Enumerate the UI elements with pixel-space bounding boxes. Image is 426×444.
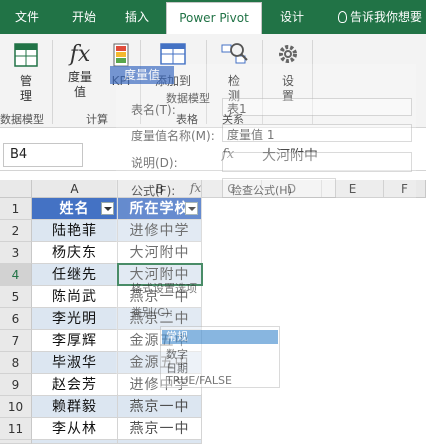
column-header-e[interactable]: E [322,180,384,198]
active-cell-outline [117,263,203,286]
table-cell-name[interactable]: 李厚辉 [32,330,118,352]
tab-home[interactable]: 开始 [58,0,110,34]
add-to-data-model-button[interactable]: 添加到 [146,40,200,89]
group-label-data-model-2: 数据模型 [166,92,210,105]
table-cell-name[interactable]: 陆艳菲 [32,220,118,242]
measure-label: 度量 值 [67,70,92,99]
gear-icon [279,45,297,63]
lightbulb-icon [338,11,347,23]
ribbon-body: 管 理 数据模型 fx 度量 值 KPI 计算 添加到 检 测 设 置 [0,34,426,128]
table-add-icon [160,43,186,65]
row-header[interactable]: 7 [0,330,32,352]
data-model-icon [14,43,38,67]
group-separator [262,40,263,124]
row-header[interactable]: 1 [0,198,32,220]
tell-me-box[interactable]: 告诉我你想要 [338,0,422,34]
row-header[interactable]: 8 [0,352,32,374]
tab-power-pivot[interactable]: Power Pivot [166,2,262,34]
group-label-calc: 计算 [86,113,108,126]
row-header[interactable]: 4 [0,264,32,286]
table-cell-name[interactable]: 陈尚武 [32,286,118,308]
column-header-b[interactable]: B [118,180,202,198]
manage-label: 管 理 [19,74,32,103]
row-header[interactable]: 11 [0,418,32,440]
header-name-text: 姓名 [59,201,90,217]
table-cell-name[interactable]: 毕淑华 [32,352,118,374]
row-header[interactable]: 9 [0,374,32,396]
add-to-label: 添加到 [154,74,191,88]
filter-dropdown-icon[interactable] [185,202,198,215]
table-cell-school[interactable]: 燕京二中 [118,308,202,330]
table-cell-school[interactable]: 燕京一中 [118,440,202,444]
kpi-button[interactable]: KPI [104,40,138,89]
formula-bar: B4 fx 大河附中 [0,139,426,171]
formula-input[interactable]: 大河附中 [262,145,318,165]
measure-button[interactable]: fx 度量 值 [60,40,100,100]
table-cell-name[interactable]: 张鹤翔 [32,440,118,444]
detect-icon [221,43,248,64]
detect-label: 检 测 [227,74,240,103]
table-cell-name[interactable]: 任继先 [32,264,118,286]
header-school-text: 所在学校 [129,201,190,217]
row-header[interactable]: 12 [0,440,32,444]
table-cell-name[interactable]: 赖群毅 [32,396,118,418]
tab-file[interactable]: 文件 [0,0,54,34]
group-separator [52,40,53,124]
detect-button[interactable]: 检 测 [214,40,254,104]
table-cell-school[interactable]: 金源五中 [118,352,202,374]
settings-button[interactable]: 设 置 [270,40,306,104]
group-separator [206,40,207,124]
column-header-d[interactable]: D [262,180,322,198]
name-box[interactable]: B4 [3,143,83,167]
table-cell-name[interactable]: 李光明 [32,308,118,330]
column-header-a[interactable]: A [32,180,118,198]
table-header-name[interactable]: 姓名 [32,198,118,220]
ribbon-tab-bar: 文件 开始 插入 Power Pivot 设计 告诉我你想要 [0,0,426,34]
row-header[interactable]: 10 [0,396,32,418]
column-header-c[interactable]: C [202,180,262,198]
tab-insert[interactable]: 插入 [112,0,162,34]
tell-me-text: 告诉我你想要 [350,10,423,24]
table-cell-name[interactable]: 李从林 [32,418,118,440]
tab-design[interactable]: 设计 [266,0,318,34]
table-cell-school[interactable]: 进修中学 [118,374,202,396]
group-separator [140,40,141,124]
fx-icon[interactable]: fx [222,147,234,162]
table-cell-school[interactable]: 燕京一中 [118,396,202,418]
fx-icon: fx [69,42,91,67]
row-header[interactable]: 5 [0,286,32,308]
row-header[interactable]: 6 [0,308,32,330]
group-label-data-model: 数据模型 [0,113,44,126]
table-cell-school[interactable]: 进修中学 [118,220,202,242]
group-label-relations: 关系 [222,113,244,126]
group-separator [312,40,313,124]
column-header-f[interactable]: F [384,180,426,198]
table-cell-school[interactable]: 燕京一中 [118,418,202,440]
select-all-corner[interactable] [0,180,32,198]
table-cell-school[interactable]: 金源五中 [118,330,202,352]
filter-dropdown-icon[interactable] [101,202,114,215]
table-cell-school[interactable]: 燕京一中 [118,286,202,308]
table-cell-school[interactable]: 大河附中 [118,242,202,264]
settings-label: 设 置 [281,74,294,103]
group-label-tables: 表格 [176,113,198,126]
table-cell-name[interactable]: 赵会芳 [32,374,118,396]
kpi-icon [113,43,129,67]
table-cell-name[interactable]: 杨庆东 [32,242,118,264]
table-header-school[interactable]: 所在学校 [118,198,202,220]
manage-button[interactable]: 管 理 [4,40,48,104]
row-header[interactable]: 2 [0,220,32,242]
kpi-label: KPI [111,74,131,88]
row-header[interactable]: 3 [0,242,32,264]
